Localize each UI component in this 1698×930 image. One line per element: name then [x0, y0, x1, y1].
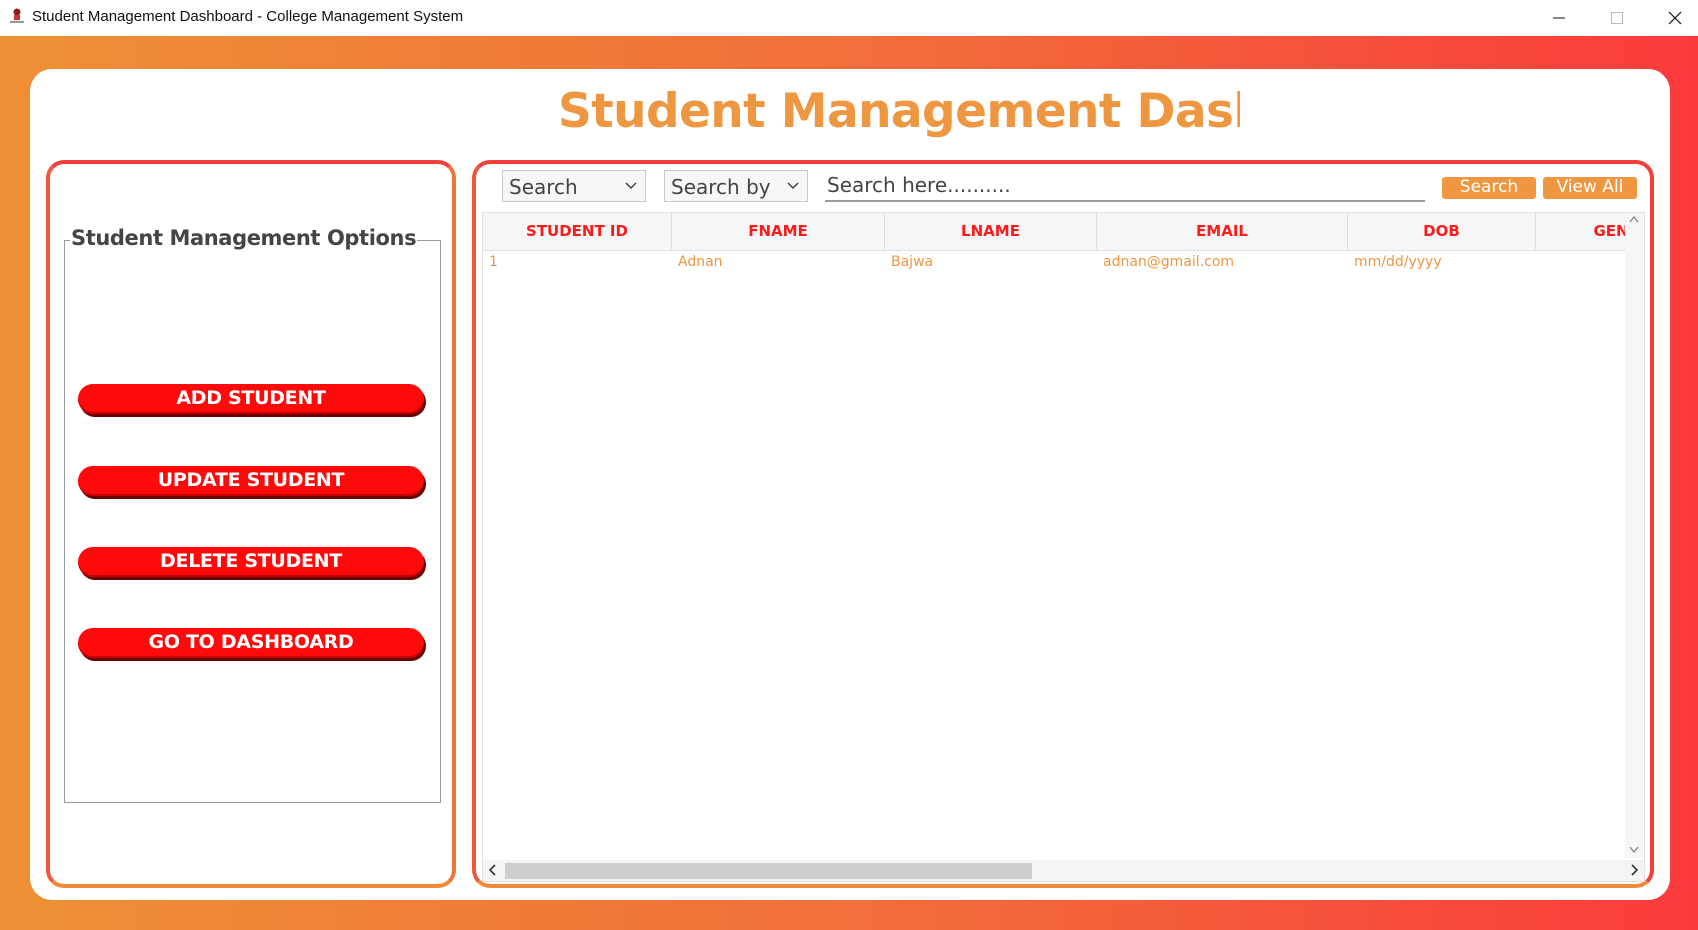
vertical-scrollbar[interactable]	[1625, 213, 1644, 858]
close-icon	[1668, 11, 1682, 25]
search-combo[interactable]: Search	[502, 170, 646, 202]
cell-fname: Adnan	[678, 254, 723, 270]
search-input[interactable]	[825, 172, 1429, 198]
column-header-lname[interactable]: LNAME	[885, 213, 1097, 250]
cell-dob: mm/dd/yyyy	[1354, 254, 1442, 270]
cell-student-id: 1	[489, 254, 498, 270]
delete-student-button[interactable]: DELETE STUDENT	[78, 547, 424, 577]
options-groupbox	[64, 240, 441, 803]
scroll-down-icon[interactable]	[1629, 846, 1639, 854]
students-table: STUDENT ID FNAME LNAME EMAIL DOB GEN 1 A…	[482, 212, 1645, 882]
maximize-button[interactable]	[1588, 0, 1646, 36]
close-button[interactable]	[1646, 0, 1698, 36]
scroll-up-icon[interactable]	[1629, 215, 1639, 223]
search-by-combo-label: Search by	[671, 175, 771, 199]
minimize-button[interactable]	[1530, 0, 1588, 36]
options-legend: Student Management Options	[70, 226, 418, 250]
go-to-dashboard-button[interactable]: GO TO DASHBOARD	[78, 628, 424, 658]
column-header-student-id[interactable]: STUDENT ID	[483, 213, 672, 250]
title-bar: Student Management Dashboard - College M…	[0, 0, 1698, 36]
scroll-right-icon[interactable]	[1631, 864, 1639, 876]
scroll-left-icon[interactable]	[488, 864, 496, 876]
search-field	[825, 172, 1429, 202]
horizontal-scrollbar[interactable]	[483, 860, 1644, 881]
minimize-icon	[1553, 17, 1565, 19]
page-heading: Student Management Dashbo	[558, 84, 1240, 139]
window-title: Student Management Dashboard - College M…	[32, 8, 464, 25]
column-header-fname[interactable]: FNAME	[672, 213, 885, 250]
horizontal-scroll-thumb[interactable]	[505, 863, 1032, 879]
search-button[interactable]: Search	[1442, 177, 1536, 199]
table-header: STUDENT ID FNAME LNAME EMAIL DOB GEN	[483, 213, 1629, 251]
column-header-email[interactable]: EMAIL	[1097, 213, 1348, 250]
app-logo-icon	[8, 7, 26, 25]
cell-lname: Bajwa	[891, 254, 934, 270]
search-by-combo[interactable]: Search by	[664, 170, 808, 202]
search-combo-label: Search	[509, 175, 578, 199]
update-student-button[interactable]: UPDATE STUDENT	[78, 466, 424, 496]
page-heading-container: Student Management Dashbo	[540, 80, 1240, 150]
view-all-button[interactable]: View All	[1543, 177, 1637, 199]
maximize-icon	[1611, 12, 1623, 24]
chevron-down-icon	[782, 173, 804, 199]
table-row[interactable]: 1 Adnan Bajwa adnan@gmail.com mm/dd/yyyy	[483, 250, 1625, 274]
chevron-down-icon	[620, 173, 642, 199]
add-student-button[interactable]: ADD STUDENT	[78, 384, 424, 414]
cell-gender	[1536, 250, 1625, 274]
cell-email: adnan@gmail.com	[1103, 254, 1235, 270]
column-header-dob[interactable]: DOB	[1348, 213, 1536, 250]
